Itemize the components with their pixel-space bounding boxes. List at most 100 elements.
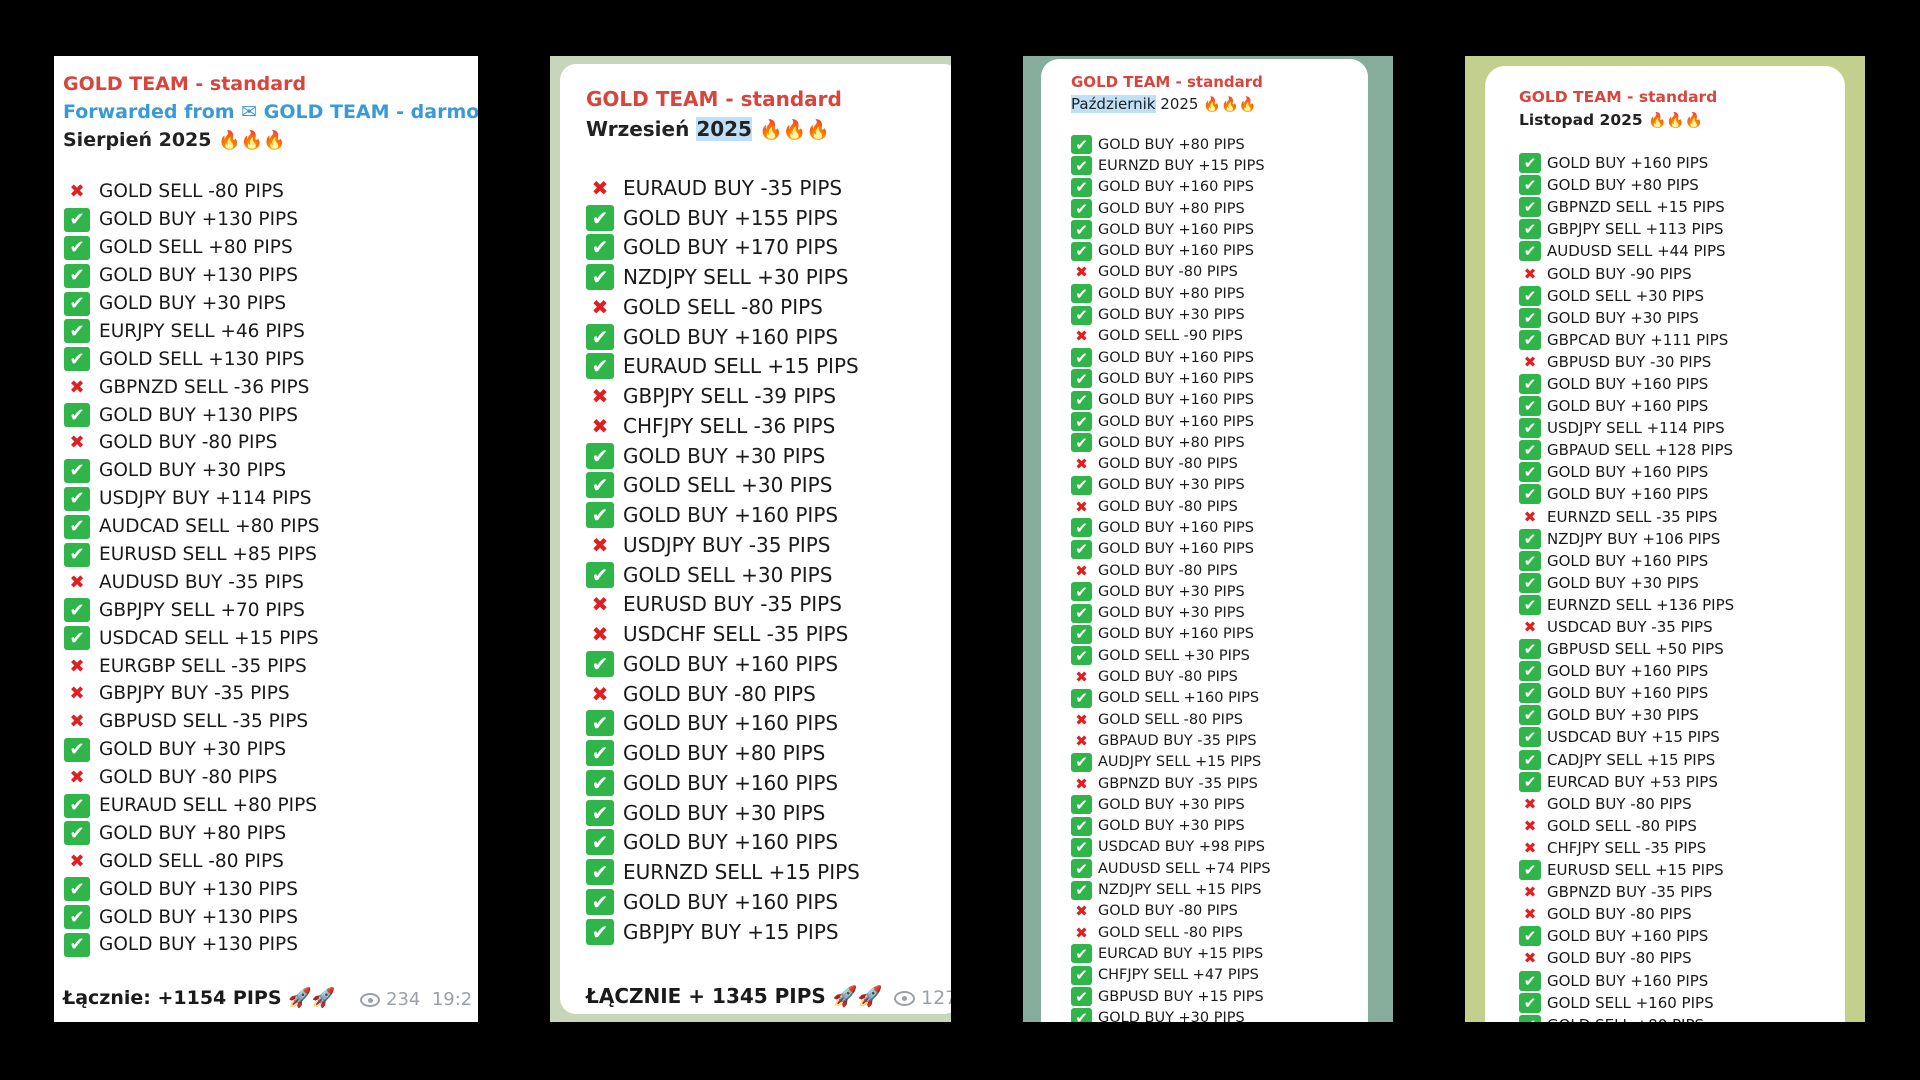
check-mark-icon: ✔ [586,769,614,796]
check-mark-icon: ✔ [1519,639,1541,660]
signal-item: ✔ GOLD SELL +130 PIPS [64,345,320,373]
signal-text: EURCAD BUY +15 PIPS [1098,945,1264,962]
channel-title[interactable]: GOLD TEAM - standard [1071,71,1263,93]
signal-item: ✔ GOLD BUY +30 PIPS [1519,704,1734,726]
signal-text: GOLD BUY +30 PIPS [1547,706,1699,725]
signal-text: GBPNZD SELL -36 PIPS [99,376,310,398]
signal-text: GOLD BUY +30 PIPS [1547,573,1699,592]
signal-text: GOLD BUY +130 PIPS [99,404,298,426]
check-mark-icon: ✔ [1071,965,1092,985]
signal-text: GOLD BUY +160 PIPS [1098,179,1254,196]
signal-item: ✔ USDCAD BUY +98 PIPS [1071,837,1271,858]
signal-text: GOLD BUY +160 PIPS [1547,374,1709,393]
check-mark-icon: ✔ [64,737,90,762]
check-mark-icon: ✔ [1519,749,1541,770]
signal-item: ✔ GOLD BUY +30 PIPS [64,290,320,318]
message-bubble: GOLD TEAM - standard Wrzesień 2025 🔥🔥🔥 ✖… [560,64,951,1014]
forwarded-source[interactable]: GOLD TEAM - darmowy [264,101,478,123]
message-panel-october: GOLD TEAM - standard Październik 2025 🔥🔥… [1023,56,1393,1022]
signal-text: GOLD BUY +80 PIPS [1098,200,1245,217]
check-mark-icon: ✔ [1071,135,1092,155]
signal-item: ✔ GOLD BUY +80 PIPS [1071,134,1271,155]
signal-item: ✔ GOLD BUY +30 PIPS [1519,307,1734,329]
check-mark-icon: ✔ [1071,390,1092,410]
signal-item: ✔ GOLD BUY +130 PIPS [64,903,320,931]
check-mark-icon: ✔ [586,323,614,350]
signal-item: ✖ GBPUSD BUY -30 PIPS [1519,351,1734,373]
cross-mark-icon: ✖ [1075,774,1088,793]
fire-icon: 🔥🔥🔥 [758,119,830,141]
signal-text: GOLD BUY -80 PIPS [1098,669,1238,686]
signal-item: ✖ GOLD SELL -80 PIPS [64,178,320,206]
signal-text: GOLD BUY -80 PIPS [1098,264,1238,281]
signal-text: EURUSD SELL +15 PIPS [1547,861,1724,880]
signal-text: GOLD SELL +30 PIPS [1547,286,1705,305]
signal-text: GOLD BUY +160 PIPS [1098,626,1254,643]
signal-text: GOLD BUY +160 PIPS [1098,243,1254,260]
signal-text: EURAUD BUY -35 PIPS [623,175,843,200]
signal-text: GOLD SELL +30 PIPS [1098,647,1250,664]
check-mark-icon: ✔ [586,561,614,588]
cross-mark-icon: ✖ [591,592,609,617]
signal-text: NZDJPY SELL +15 PIPS [1098,882,1262,899]
cross-mark-icon: ✖ [1075,731,1088,750]
signal-item: ✔ EURUSD SELL +85 PIPS [64,541,320,569]
signal-item: ✔ USDJPY BUY +114 PIPS [64,485,320,513]
signal-item: ✔ GOLD BUY +80 PIPS [1071,432,1271,453]
check-mark-icon: ✔ [1519,970,1541,991]
cross-mark-icon: ✖ [1075,902,1088,921]
check-mark-icon: ✔ [586,472,614,499]
month-heading: Sierpień 2025 🔥🔥🔥 [63,126,478,155]
cross-mark-icon: ✖ [1523,816,1537,835]
cross-mark-icon: ✖ [591,622,609,647]
signal-item: ✔ GOLD BUY +160 PIPS [1519,660,1734,682]
month-heading: Październik 2025 🔥🔥🔥 [1071,93,1263,116]
eye-icon [894,991,915,1006]
signal-item: ✔ GOLD BUY +160 PIPS [1519,483,1734,505]
signal-text: GBPUSD SELL -35 PIPS [99,711,309,733]
cross-mark-icon: ✖ [69,683,85,705]
signal-item: ✔ EURNZD SELL +136 PIPS [1519,594,1734,616]
check-mark-icon: ✔ [1071,795,1092,815]
cross-mark-icon: ✖ [1075,668,1088,687]
check-mark-icon: ✔ [1071,1008,1092,1022]
check-mark-icon: ✔ [64,598,90,623]
cross-mark-icon: ✖ [1523,264,1537,283]
signal-item: ✖ GOLD SELL -90 PIPS [1071,326,1271,347]
total-label: Łącznie: +1154 PIPS [63,987,282,1009]
signal-text: CHFJPY SELL -36 PIPS [623,413,836,438]
check-mark-icon: ✔ [586,353,614,380]
signal-text: EURUSD BUY -35 PIPS [623,592,842,617]
check-mark-icon: ✔ [1519,440,1541,461]
signal-item: ✔ USDCAD SELL +15 PIPS [64,624,320,652]
signal-item: ✔ GOLD BUY +170 PIPS [586,233,860,263]
channel-title[interactable]: GOLD TEAM - standard [63,70,478,98]
check-mark-icon: ✔ [1071,880,1092,900]
signal-text: GOLD BUY +30 PIPS [1098,477,1245,494]
check-mark-icon: ✔ [1071,582,1092,602]
cross-mark-icon: ✖ [1075,455,1088,474]
check-mark-icon: ✔ [1071,241,1092,261]
forwarded-line[interactable]: Forwarded from ✉ GOLD TEAM - darmowy [63,98,478,126]
forward-icon: ✉ [241,101,264,123]
check-mark-icon: ✔ [1071,944,1092,964]
signal-text: GOLD BUY +160 PIPS [1547,397,1709,416]
cross-mark-icon: ✖ [591,294,609,319]
channel-title[interactable]: GOLD TEAM - standard [1519,86,1717,109]
signal-text: EURJPY SELL +46 PIPS [99,320,305,342]
signal-text: GOLD BUY +160 PIPS [1547,551,1709,570]
channel-title[interactable]: GOLD TEAM - standard [586,84,842,114]
check-mark-icon: ✔ [1071,369,1092,389]
signal-text: GBPAUD BUY -35 PIPS [1098,732,1257,749]
signal-text: GOLD BUY +160 PIPS [1547,971,1709,990]
signal-item: ✔ GOLD SELL +80 PIPS [1519,1014,1734,1022]
check-mark-icon: ✔ [64,486,90,511]
check-mark-icon: ✔ [64,263,90,288]
signal-text: GOLD SELL -90 PIPS [1098,328,1243,345]
signal-text: GOLD BUY +160 PIPS [1098,221,1254,238]
signal-item: ✖ GOLD BUY -80 PIPS [1071,666,1271,687]
signal-item: ✖ GBPNZD BUY -35 PIPS [1071,773,1271,794]
check-mark-icon: ✔ [1071,475,1092,495]
signal-item: ✔ GOLD SELL +30 PIPS [1519,285,1734,307]
signal-item: ✖ EURAUD BUY -35 PIPS [586,173,860,203]
